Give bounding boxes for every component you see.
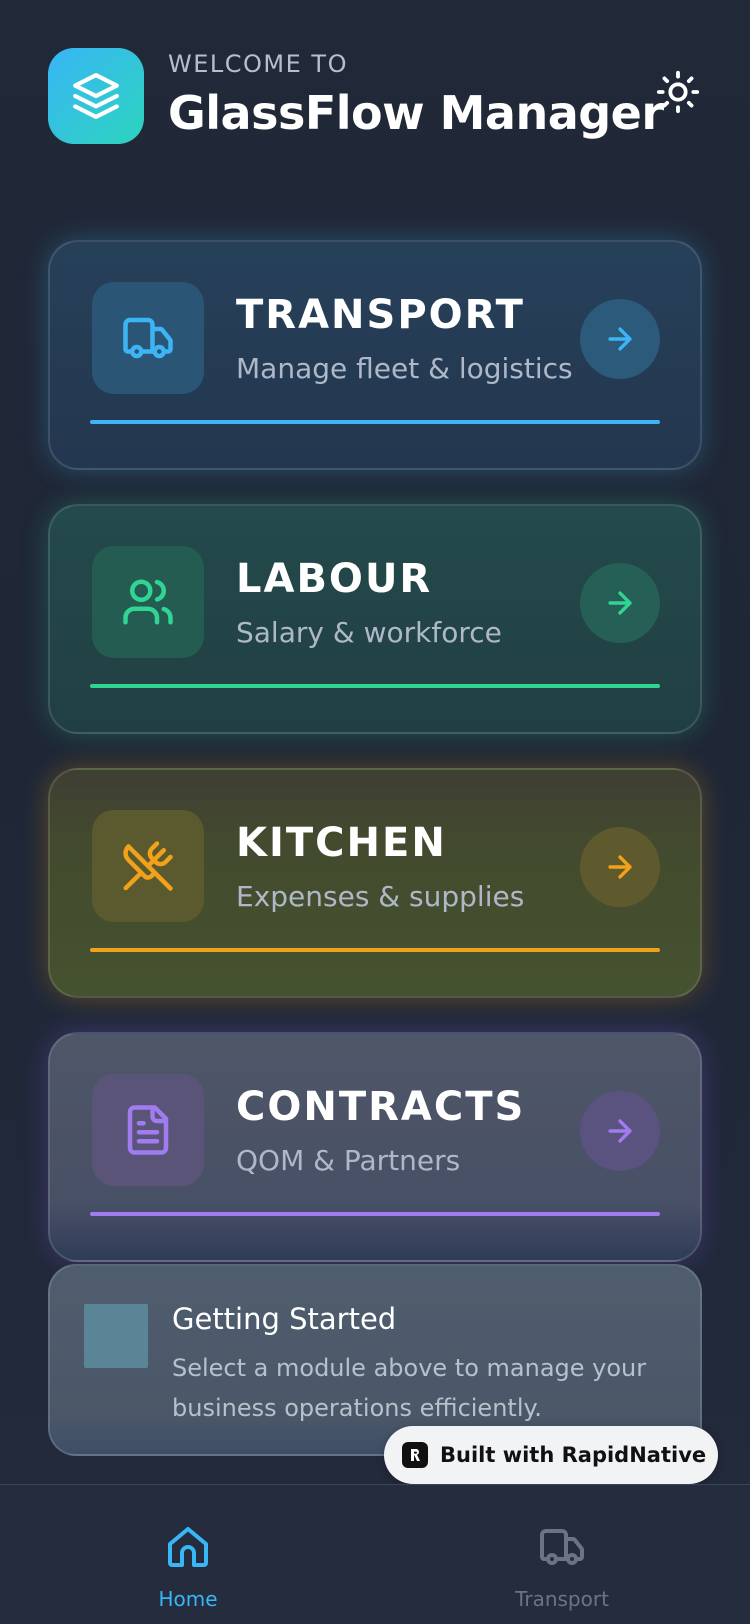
accent-bar [90,948,660,952]
module-icon-box [92,282,204,394]
users-icon [123,579,173,625]
module-title: TRANSPORT [236,292,525,338]
app-logo [48,48,144,144]
module-subtitle: Manage fleet & logistics [236,352,573,385]
app-title: GlassFlow Manager [168,86,664,140]
arrow-right-icon [608,855,632,879]
welcome-label: WELCOME TO [168,50,348,78]
module-title: KITCHEN [236,820,447,866]
bottom-tab-bar: Home Transport [0,1484,750,1624]
info-text: Select a module above to manage your bus… [172,1354,647,1422]
info-image-placeholder [84,1304,148,1368]
home-icon [168,1527,208,1567]
module-subtitle: QOM & Partners [236,1144,461,1177]
arrow-right-icon [608,591,632,615]
truck-icon [123,317,173,359]
tab-label: Home [158,1587,218,1611]
badge-label: Built with RapidNative [440,1443,707,1467]
open-labour-button[interactable] [580,563,660,643]
accent-bar [90,1212,660,1216]
module-card-kitchen[interactable]: KITCHEN Expenses & supplies [48,768,702,998]
r-glyph-icon [411,1449,420,1461]
theme-toggle-button[interactable] [654,68,702,116]
header: WELCOME TO GlassFlow Manager [48,48,702,144]
module-card-transport[interactable]: TRANSPORT Manage fleet & logistics [48,240,702,470]
module-card-labour[interactable]: LABOUR Salary & workforce [48,504,702,734]
module-icon-box [92,1074,204,1186]
built-with-badge[interactable]: Built with RapidNative [384,1426,718,1484]
open-kitchen-button[interactable] [580,827,660,907]
open-transport-button[interactable] [580,299,660,379]
tab-home[interactable]: Home [108,1523,268,1611]
home-screen: WELCOME TO GlassFlow Manager TRANSPORT M… [0,0,750,1624]
accent-bar [90,420,660,424]
utensils-crossed-icon [123,841,173,891]
layers-icon [73,73,119,119]
module-subtitle: Expenses & supplies [236,880,525,913]
rapidnative-logo-icon [402,1442,428,1468]
module-title: LABOUR [236,556,433,602]
module-icon-box [92,810,204,922]
sun-icon [656,70,700,114]
arrow-right-icon [608,327,632,351]
truck-icon [540,1529,584,1565]
module-icon-box [92,546,204,658]
tab-label: Transport [515,1587,609,1611]
module-subtitle: Salary & workforce [236,616,502,649]
arrow-right-icon [608,1119,632,1143]
module-card-contracts[interactable]: CONTRACTS QOM & Partners [48,1032,702,1262]
file-text-icon [127,1105,169,1155]
accent-bar [90,684,660,688]
open-contracts-button[interactable] [580,1091,660,1171]
info-title: Getting Started [172,1302,397,1336]
module-title: CONTRACTS [236,1084,526,1130]
tab-transport[interactable]: Transport [482,1523,642,1611]
